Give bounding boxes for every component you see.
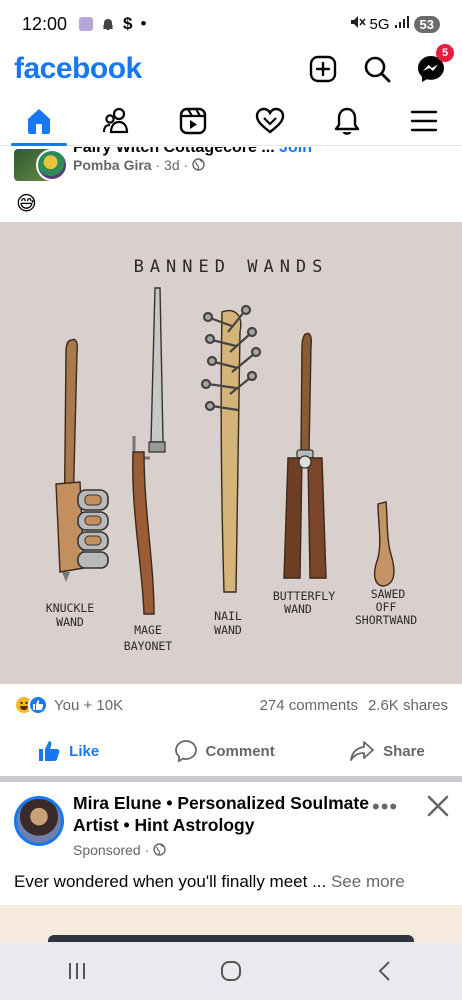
clock: 12:00 [22,13,68,34]
hamburger-menu-icon [410,110,437,131]
label-mage-bayonet-1: MAGE [134,623,162,637]
post-caption-emoji: 😅 [16,193,37,215]
friends-icon [102,107,128,133]
post-image[interactable]: BANNED WANDS KNUCKLE WAND MAGE BAYONET N… [0,222,462,684]
group-name[interactable]: Fairy Witch Cottagecore ... [73,147,275,156]
post-time[interactable]: 3d [164,157,180,173]
like-reaction-icon [28,695,48,715]
bell-icon [334,107,359,135]
label-nail-wand-1: NAIL [214,609,242,623]
create-post-button[interactable] [306,52,340,86]
search-button[interactable] [360,52,394,86]
recents-icon [69,963,85,979]
video-icon [179,107,206,134]
nail-wand-drawing [200,304,262,593]
author-name[interactable]: Pomba Gira [73,157,152,173]
comment-count[interactable]: 274 comments [260,697,358,714]
mage-bayonet-drawing [132,287,166,615]
home-circle-icon [221,961,241,981]
advertiser-name[interactable]: Mira Elune • Personalized Soulmate Artis… [73,792,373,836]
post-action-bar: Like Comment Share [0,728,462,774]
sponsored-separator: · [144,842,150,858]
comment-bubble-icon [174,740,197,763]
snapchat-icon [101,17,115,31]
post-separator: · [155,157,161,173]
post-header: Fairy Witch Cottagecore ... Join Pomba G… [0,147,462,217]
gallery-notification-icon [79,17,94,31]
app-header: facebook 5 [0,44,462,90]
share-label: Share [383,742,425,760]
see-more-link[interactable]: See more [331,872,405,891]
advertiser-avatar[interactable] [14,796,64,846]
battery-indicator: 53 [413,15,440,33]
ad-text: Ever wondered when you'll finally meet .… [14,872,327,891]
network-label: 5G [369,15,390,33]
label-mage-bayonet-2: BAYONET [124,639,173,653]
sponsored-post: Mira Elune • Personalized Soulmate Artis… [0,782,462,945]
plus-icon [309,55,337,83]
back-chevron-icon [378,961,390,981]
more-notifications-dot: • [140,14,147,33]
knuckle-wand-drawing [55,338,109,582]
back-button[interactable] [365,951,405,991]
cash-app-icon: $ [123,14,133,33]
system-navigation-bar [0,942,462,1000]
facebook-logo[interactable]: facebook [14,52,142,86]
hide-post-button[interactable] [424,792,452,820]
like-label: Like [69,742,100,760]
label-butterfly-wand-1: BUTTERFLY [273,589,335,603]
tab-home[interactable] [9,96,69,146]
post-options-button[interactable]: ••• [372,794,398,820]
share-count[interactable]: 2.6K shares [368,697,448,714]
close-icon [427,795,449,817]
recent-apps-button[interactable] [57,951,97,991]
label-knuckle-wand-1: KNUCKLE [46,601,95,615]
search-icon [364,56,391,83]
home-nav-button[interactable] [211,951,251,991]
globe-icon [153,843,166,856]
label-sawed-off-3: SHORTWAND [355,613,417,627]
share-button[interactable]: Share [349,739,425,763]
sponsored-label[interactable]: Sponsored [73,842,141,858]
dating-heart-icon [255,107,284,134]
signal-icon [394,15,410,33]
like-button[interactable]: Like [37,739,99,763]
label-sawed-off-2: OFF [376,600,397,614]
tab-dating[interactable] [240,96,300,146]
post-separator: · [183,157,189,173]
tab-friends[interactable] [86,96,146,146]
butterfly-wand-drawing [283,332,327,579]
mute-icon [350,15,366,33]
home-icon [27,108,50,134]
ad-media-preview[interactable] [0,905,462,945]
status-bar: 12:00 $ • 5G 53 [0,0,462,48]
reactions-row: You + 10K 274 comments 2.6K shares [0,690,462,720]
tab-menu[interactable] [394,96,454,146]
label-butterfly-wand-2: WAND [284,602,312,616]
share-arrow-icon [350,741,374,761]
thumbs-up-icon [39,741,60,761]
tab-video[interactable] [163,96,223,146]
label-sawed-off-1: SAWED [371,587,406,601]
comment-button[interactable]: Comment [174,739,275,763]
join-group-link[interactable]: Join [279,147,312,156]
messenger-badge: 5 [436,44,454,62]
globe-icon [192,158,205,171]
messenger-button[interactable]: 5 [414,44,454,86]
tab-notifications[interactable] [317,96,377,146]
author-avatar[interactable] [36,149,68,181]
main-tab-bar [0,96,462,146]
reaction-summary[interactable] [14,695,48,715]
banned-wands-comic: BANNED WANDS KNUCKLE WAND MAGE BAYONET N… [46,257,417,653]
label-knuckle-wand-2: WAND [56,615,84,629]
sawed-off-wand-drawing [373,501,395,587]
comment-label: Comment [205,742,275,760]
reaction-count[interactable]: You + 10K [54,697,123,714]
label-nail-wand-2: WAND [214,623,242,637]
comic-title: BANNED WANDS [134,257,329,277]
